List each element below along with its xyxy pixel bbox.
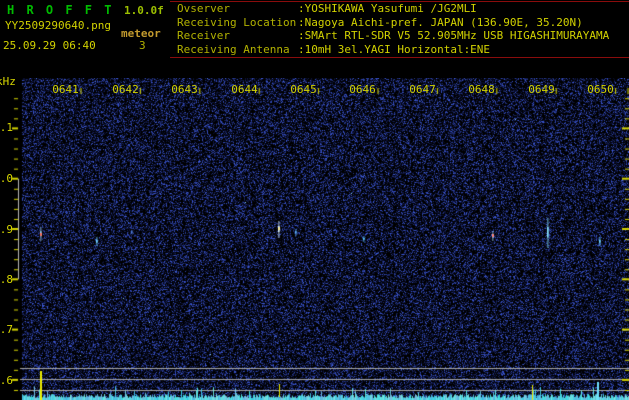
info-row: Receiving Antenna :10mH 3el.YAGI Horizon… [177,43,609,57]
info-row: Ovserver :YOSHIKAWA Yasufumi /JG2MLI [177,2,609,16]
time-tick-label: 0648 [468,83,495,96]
time-tick-label: 0644 [231,83,258,96]
time-tick-label: 0641 [52,83,79,96]
freq-tick-label: 0.6 [0,374,13,387]
meteor-count: 3 [139,39,146,52]
info-row: Receiver :SMArt RTL-SDR V5 52.905MHz USB… [177,29,609,43]
info-label: Receiving Antenna [177,42,290,56]
time-tick-label: 0649 [528,83,555,96]
output-filename: YY2509290640.png [5,19,111,32]
station-info-table: Ovserver :YOSHIKAWA Yasufumi /JG2MLI Rec… [177,2,609,56]
khz-unit-label: kHz [0,75,16,88]
app-title: H R O F F T [7,3,114,17]
freq-tick-label: 1.0 [0,172,13,185]
freq-tick-label: 0.7 [0,323,13,336]
info-row: Receiving Location :Nagoya Aichi-pref. J… [177,16,609,30]
time-tick-label: 0650 [587,83,614,96]
time-tick-label: 0645 [290,83,317,96]
app-version: 1.0.0f [124,4,164,17]
freq-tick-label: 0.8 [0,273,13,286]
freq-tick-label: 0.9 [0,223,13,236]
info-label: Receiver [177,29,230,42]
info-value: :YOSHIKAWA Yasufumi /JG2MLI [298,2,477,15]
observation-datetime: 25.09.29 06:40 [3,39,96,52]
info-value: :Nagoya Aichi-pref. JAPAN (136.90E, 35.2… [298,15,583,29]
time-tick-label: 0643 [171,83,198,96]
info-label: Ovserver [177,2,230,15]
time-tick-label: 0646 [349,83,376,96]
hrofft-output-screen: H R O F F T 1.0.0f YY2509290640.png mete… [0,0,629,400]
time-tick-label: 0642 [112,83,139,96]
time-tick-label: 0647 [409,83,436,96]
info-value: :SMArt RTL-SDR V5 52.905MHz USB HIGASHIM… [298,29,610,42]
spectrogram-canvas [0,78,629,400]
info-value: :10mH 3el.YAGI Horizontal:ENE [298,42,491,56]
header-divider-bottom [170,57,629,58]
info-label: Receiving Location [177,15,297,29]
freq-tick-label: 1.1 [0,121,13,134]
